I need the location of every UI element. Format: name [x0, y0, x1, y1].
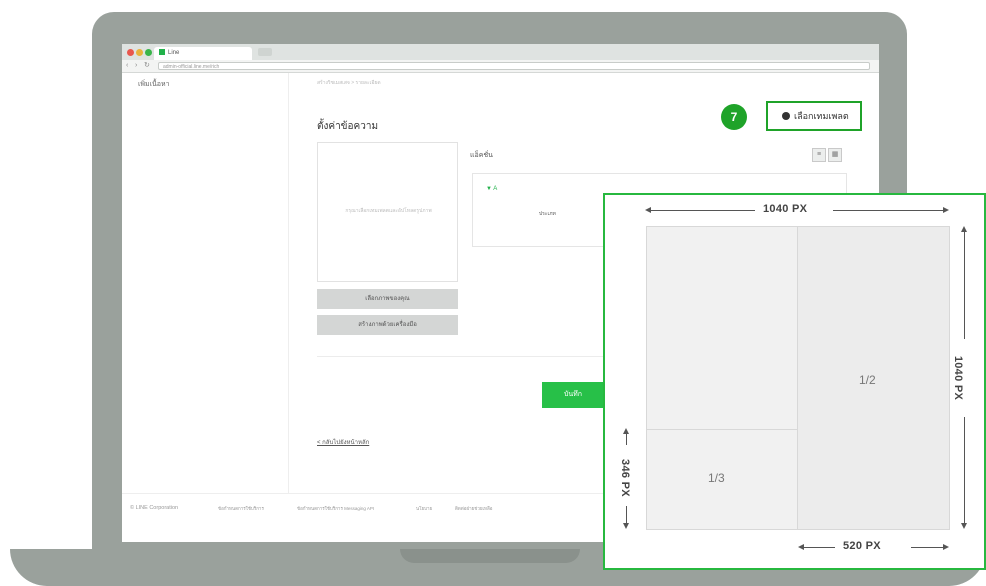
maximize-window-icon[interactable]	[145, 49, 152, 56]
tile-half-label: 1/2	[859, 373, 876, 387]
tile-third-label: 1/3	[708, 471, 725, 485]
browser-tab-bar: Line	[122, 44, 879, 60]
arrow-head-icon	[943, 207, 949, 213]
info-icon	[782, 112, 790, 120]
small-height-label: 346 PX	[618, 459, 631, 497]
action-area-tag[interactable]: ▼ A	[486, 186, 497, 192]
image-placeholder-text: กรุณาเลือกเทมเพลตและอัปโหลดรูปภาพ	[345, 208, 432, 214]
section-title: ตั้งค่าข้อความ	[317, 121, 379, 132]
footer-link[interactable]: นโยบาย	[416, 505, 432, 512]
reload-icon[interactable]: ↻	[144, 62, 150, 70]
back-icon[interactable]: ‹	[126, 62, 128, 70]
grid-view-icon[interactable]: ▦	[828, 148, 842, 162]
arrow-head-icon	[798, 544, 804, 550]
width-label: 1040 PX	[763, 203, 808, 215]
url-input[interactable]: admin-official.line.me/rich	[158, 62, 870, 70]
action-label: แอ็คชั่น	[470, 152, 493, 159]
forward-icon[interactable]: ›	[135, 62, 137, 70]
half-width-arrow-left	[803, 547, 835, 548]
sidebar-item-add-content[interactable]: เพิ่มเนื้อหา	[138, 79, 170, 90]
arrow-head-icon	[943, 544, 949, 550]
footer-link[interactable]: ข้อกำหนดการใช้บริการ Messaging API	[297, 505, 374, 512]
create-image-button[interactable]: สร้างภาพด้วยเครื่องมือ	[317, 315, 458, 335]
image-preview-box: กรุณาเลือกเทมเพลตและอัปโหลดรูปภาพ	[317, 142, 458, 282]
arrow-head-icon	[961, 523, 967, 529]
width-arrow-right	[833, 210, 945, 211]
height-arrow-bottom	[964, 417, 965, 525]
select-template-button[interactable]: เลือกเทมเพลต	[766, 101, 862, 131]
upload-image-button[interactable]: เลือกภาพของคุณ	[317, 289, 458, 309]
sidebar	[122, 73, 289, 493]
arrow-head-icon	[645, 207, 651, 213]
browser-tab-title: Line	[168, 50, 180, 56]
close-window-icon[interactable]	[127, 49, 134, 56]
half-width-label: 520 PX	[843, 540, 881, 552]
height-label: 1040 PX	[952, 355, 965, 401]
half-width-arrow-right	[911, 547, 945, 548]
template-size-zoom-panel: 1040 PX 1/2 1/3 1040 PX 346 PX 520 PX	[603, 193, 986, 570]
footer-link[interactable]: ข้อกำหนดการใช้บริการ	[218, 505, 264, 512]
line-favicon-icon	[159, 49, 165, 56]
arrow-head-icon	[623, 428, 629, 434]
height-arrow-top	[964, 231, 965, 339]
browser-tab[interactable]: Line	[154, 47, 252, 60]
footer-copyright: © LINE Corporation	[130, 505, 179, 511]
footer-link[interactable]: ติดต่อฝ่ายช่วยเหลือ	[455, 505, 492, 512]
arrow-head-icon	[623, 523, 629, 529]
save-button[interactable]: บันทึก	[542, 382, 604, 408]
back-link[interactable]: < กลับไปยังหน้าหลัก	[317, 437, 369, 447]
laptop-notch	[400, 549, 580, 563]
new-tab-button[interactable]	[258, 48, 272, 56]
list-view-icon[interactable]: ≡	[812, 148, 826, 162]
arrow-head-icon	[961, 226, 967, 232]
small-height-arrow-top	[626, 433, 627, 445]
minimize-window-icon[interactable]	[136, 49, 143, 56]
breadcrumb: สร้างริชเมสเสจ > รายละเอียด	[317, 80, 381, 86]
action-type-label: ประเภท	[539, 211, 556, 217]
select-template-label: เลือกเทมเพลต	[794, 111, 849, 121]
width-arrow-left	[647, 210, 755, 211]
step-badge: 7	[721, 104, 747, 130]
